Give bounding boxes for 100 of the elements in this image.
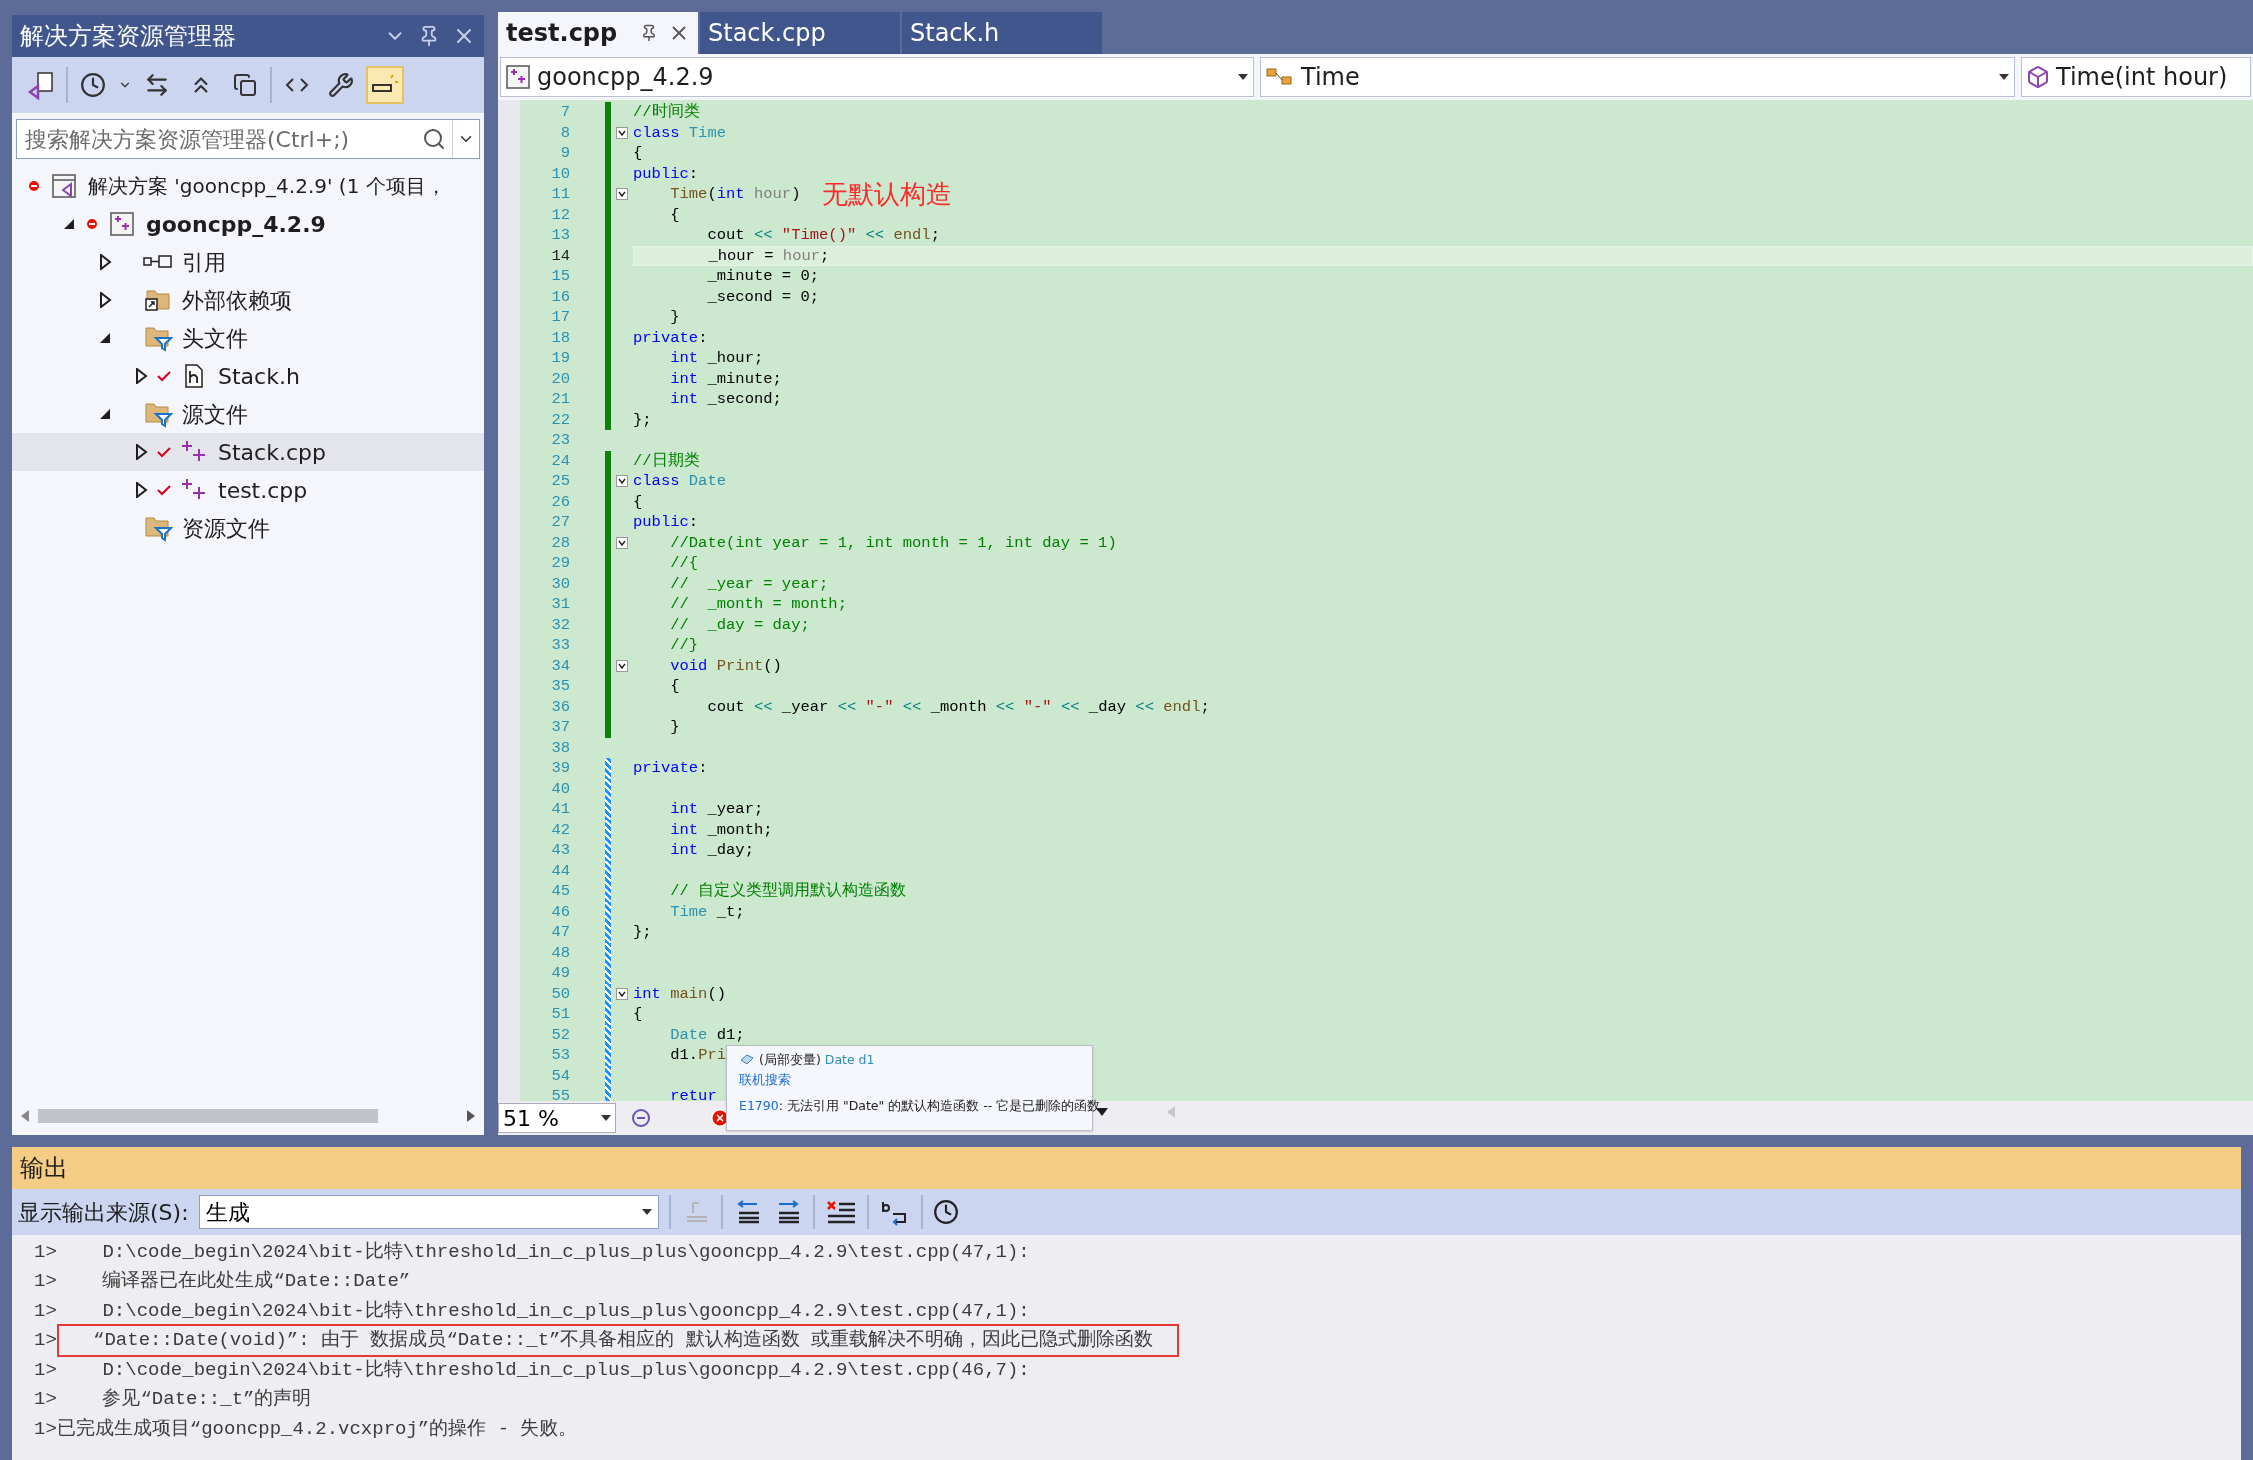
code-line: }; <box>633 922 652 943</box>
line-number: 9 <box>559 143 570 164</box>
tree-item[interactable]: 源文件 <box>12 395 484 433</box>
line-number: 14 <box>550 245 570 266</box>
line-number: 17 <box>550 307 570 328</box>
tooltip-symbol: Date d1 <box>824 1051 875 1069</box>
code-line: retur <box>669 1086 717 1101</box>
line-number: 30 <box>550 573 570 594</box>
tree-item-label: test.cpp <box>218 476 308 505</box>
code-line: _hour = hour; <box>707 245 830 266</box>
error-code-link[interactable]: E1790 <box>739 1096 779 1116</box>
code-line: { <box>633 491 643 512</box>
output-prefix: 1> <box>34 1298 57 1324</box>
line-number: 54 <box>550 1065 570 1086</box>
tree-item-label: 解决方案 'gooncpp_4.2.9' (1 个项目， <box>88 173 446 200</box>
code-line: int _minute; <box>669 368 782 389</box>
line-number: 37 <box>550 717 570 738</box>
navigation-dropdown[interactable]: Time(int hour) <box>2021 57 2251 97</box>
line-number: 20 <box>550 368 570 389</box>
navigation-dropdown[interactable]: Time <box>1260 57 2015 97</box>
tree-item-label: 源文件 <box>182 400 248 429</box>
code-line: }; <box>633 409 652 430</box>
code-line: int _year; <box>669 799 764 820</box>
tree-item[interactable]: gooncpp_4.2.9 <box>12 205 484 243</box>
code-line: cout << _year << "-" << _month << "-" << _day << endl; <box>706 696 1210 717</box>
output-prefix: 1> <box>34 1269 57 1294</box>
code-line: //时间类 <box>633 102 700 123</box>
line-number: 49 <box>550 963 570 984</box>
line-number: 48 <box>550 942 570 963</box>
line-number: 13 <box>550 225 570 246</box>
output-line: 参见“Date::_t”的声明 <box>101 1387 312 1412</box>
output-prefix: 1> <box>34 1387 57 1412</box>
code-line: { <box>633 143 643 164</box>
line-number: 46 <box>550 901 570 922</box>
code-line: Date d1; <box>669 1024 745 1045</box>
line-number: 40 <box>550 778 570 799</box>
tree-item[interactable]: 资源文件 <box>12 509 484 547</box>
code-line: } <box>669 307 680 328</box>
tree-item-label: Stack.h <box>218 362 300 391</box>
code-line: int _day; <box>669 840 754 861</box>
tree-item[interactable]: Stack.h <box>12 357 484 395</box>
tree-item-label: 外部依赖项 <box>182 286 292 315</box>
zoom-dropdown[interactable]: 51 % <box>498 1103 616 1133</box>
line-number: 53 <box>550 1045 570 1066</box>
line-number: 51 <box>550 1004 570 1025</box>
line-number: 45 <box>550 881 570 902</box>
line-number: 23 <box>550 430 570 451</box>
code-line: { <box>669 204 680 225</box>
line-number: 15 <box>550 266 570 287</box>
code-line: int _month; <box>669 819 773 840</box>
code-line: { <box>633 1004 643 1025</box>
line-number: 29 <box>550 553 570 574</box>
tree-item[interactable]: Stack.cpp <box>12 433 484 471</box>
output-source-dropdown[interactable]: 生成 <box>198 1195 659 1229</box>
tree-item[interactable]: test.cpp <box>12 471 484 509</box>
output-prefix: 1> <box>34 1416 57 1442</box>
error-message: : 无法引用 "Date" 的默认构造函数 -- 它是已删除的函数 <box>778 1097 1101 1115</box>
tree-item[interactable]: 外部依赖项 <box>12 281 484 319</box>
code-line: class Time <box>633 122 727 143</box>
file-tab[interactable]: Stack.h <box>902 12 1102 54</box>
output-prefix: 1> <box>34 1239 57 1265</box>
online-search-link[interactable]: 联机搜索 <box>739 1070 791 1090</box>
tree-item[interactable]: 引用 <box>12 243 484 281</box>
line-number: 21 <box>550 389 570 410</box>
output-prefix: 1> <box>34 1328 57 1353</box>
line-number: 39 <box>550 758 570 779</box>
file-tab[interactable]: Stack.cpp <box>700 12 900 54</box>
line-number: 25 <box>550 471 570 492</box>
search-field[interactable]: 搜索解决方案资源管理器(Ctrl+;) <box>16 119 480 159</box>
code-line: } <box>669 717 680 738</box>
line-number: 26 <box>550 491 570 512</box>
code-line: // _day = day; <box>669 614 810 635</box>
tree-item[interactable]: 头文件 <box>12 319 484 357</box>
line-number: 35 <box>550 676 570 697</box>
code-line: public: <box>633 163 699 184</box>
code-line: Time _t; <box>669 901 745 922</box>
line-number: 50 <box>550 983 570 1004</box>
file-tab[interactable]: test.cpp <box>498 12 698 54</box>
code-line: //Date(int year = 1, int month = 1, int day = 1) <box>669 532 1117 553</box>
tree-item-label: 头文件 <box>182 324 248 353</box>
code-line: //{ <box>669 553 699 574</box>
code-line: // _month = month; <box>669 594 847 615</box>
line-number: 7 <box>559 102 570 123</box>
tree-item[interactable]: 解决方案 'gooncpp_4.2.9' (1 个项目， <box>12 167 484 205</box>
output-line: 编译器已在此处生成“Date::Date” <box>101 1269 411 1294</box>
code-line: private: <box>633 758 708 779</box>
code-line: int main() <box>633 983 727 1004</box>
line-number: 43 <box>550 840 570 861</box>
navigation-dropdown[interactable]: gooncpp_4.2.9 <box>500 57 1254 97</box>
code-line: void Print() <box>669 655 782 676</box>
line-number: 16 <box>550 286 570 307</box>
tree-item-label: gooncpp_4.2.9 <box>146 210 326 239</box>
tree-item-label: Stack.cpp <box>218 438 326 467</box>
line-number: 24 <box>550 450 570 471</box>
line-number: 55 <box>550 1086 570 1101</box>
output-line: 已完成生成项目“gooncpp_4.2.vcxproj”的操作 - 失败。 <box>56 1416 578 1442</box>
line-number: 31 <box>550 594 570 615</box>
line-number: 11 <box>550 184 570 205</box>
line-number: 12 <box>550 204 570 225</box>
line-number: 22 <box>550 409 570 430</box>
